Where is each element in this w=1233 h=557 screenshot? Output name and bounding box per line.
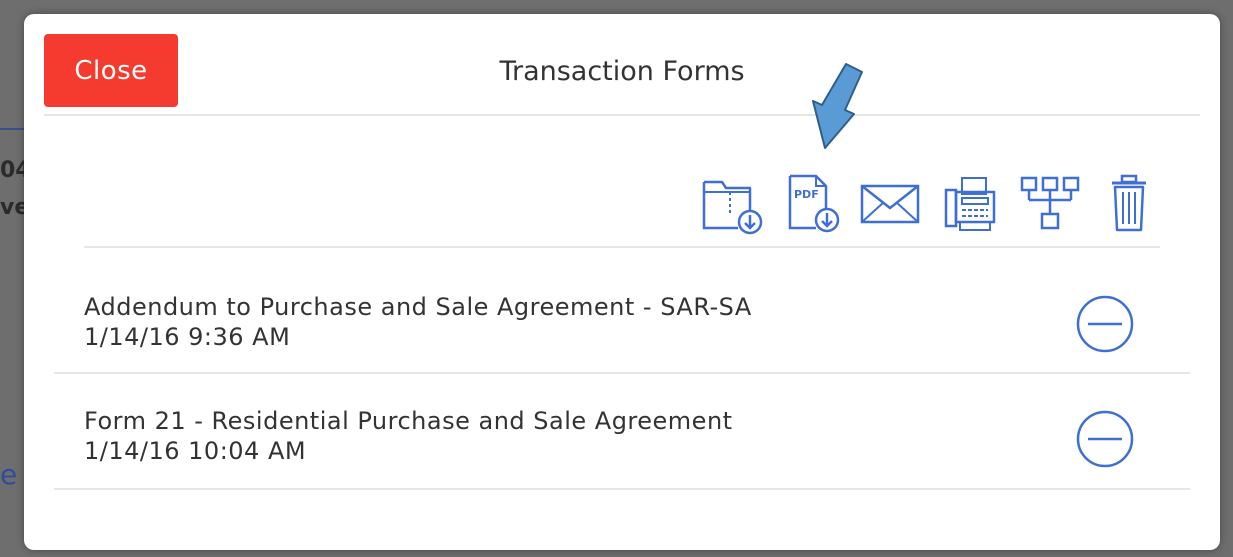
trash-icon xyxy=(1112,174,1146,232)
email-icon xyxy=(860,184,920,224)
toolbar-divider xyxy=(84,246,1160,248)
modal-title: Transaction Forms xyxy=(499,56,745,87)
form-name: Form 21 - Residential Purchase and Sale … xyxy=(84,407,733,435)
background-text-fragment: e xyxy=(0,458,18,491)
download-pdf-icon: PDF xyxy=(788,174,840,233)
form-date: 1/14/16 9:36 AM xyxy=(84,323,291,351)
form-date: 1/14/16 10:04 AM xyxy=(84,437,307,465)
hierarchy-button[interactable] xyxy=(1018,172,1082,236)
row-divider xyxy=(54,372,1190,374)
delete-button[interactable] xyxy=(1098,172,1162,236)
remove-form-button[interactable] xyxy=(1076,410,1134,468)
download-pdf-button[interactable]: PDF xyxy=(780,172,844,236)
background-divider xyxy=(0,128,24,130)
annotation-arrow-icon xyxy=(812,63,863,149)
remove-form-button[interactable] xyxy=(1076,295,1134,353)
download-zip-button[interactable] xyxy=(700,172,764,236)
svg-text:PDF: PDF xyxy=(794,188,819,201)
row-divider xyxy=(54,488,1190,490)
fax-icon xyxy=(944,177,996,231)
header-divider xyxy=(44,114,1200,116)
transaction-forms-modal: Close Transaction Forms PDF Addendum to … xyxy=(24,14,1220,550)
download-zip-icon xyxy=(702,180,763,235)
form-list-item[interactable]: Addendum to Purchase and Sale Agreement … xyxy=(84,292,1160,352)
form-name: Addendum to Purchase and Sale Agreement … xyxy=(84,293,752,321)
form-list-item[interactable]: Form 21 - Residential Purchase and Sale … xyxy=(84,406,1160,466)
email-button[interactable] xyxy=(858,172,922,236)
hierarchy-icon xyxy=(1020,176,1080,230)
fax-button[interactable] xyxy=(938,172,1002,236)
